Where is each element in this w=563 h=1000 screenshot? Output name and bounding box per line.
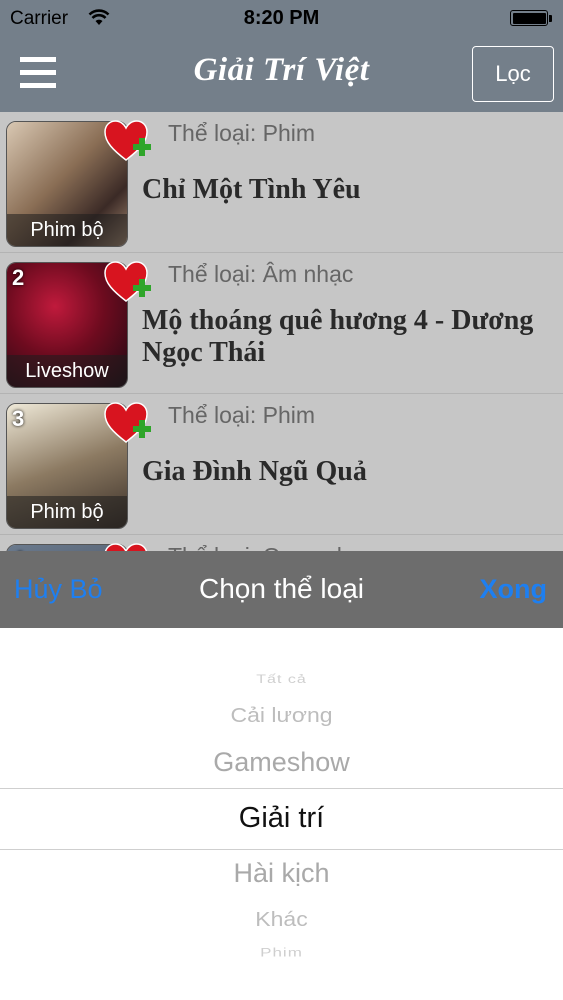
genre-label: Thể loại: Phim <box>168 120 316 146</box>
picker-option[interactable]: Phim <box>0 946 563 960</box>
picker-selection-top-line <box>0 788 563 789</box>
picker-option[interactable]: Cải lương <box>0 704 563 728</box>
item-title: Chỉ Một Tình Yêu <box>142 174 361 205</box>
thumbnail-caption: Phim bộ <box>7 496 127 528</box>
picker-option[interactable]: Gameshow <box>0 747 563 778</box>
add-favorite-icon[interactable] <box>103 400 153 448</box>
list-item[interactable]: Phim bộ Thể loại: Phim Chỉ Một Tình Yêu <box>0 112 563 253</box>
item-title: Mộ thoáng quê hương 4 - Dương Ngọc Thái <box>142 305 534 368</box>
thumbnail-number: 3 <box>12 406 25 431</box>
thumbnail-number: 2 <box>12 265 25 290</box>
add-favorite-icon[interactable] <box>103 259 153 307</box>
genre-picker[interactable]: Tất cả Cải lương Gameshow Giải trí Hài k… <box>0 628 563 1000</box>
battery-icon <box>510 10 548 26</box>
picker-option[interactable]: Hài kịch <box>0 858 563 889</box>
picker-option[interactable]: Khác <box>0 908 563 932</box>
filter-button[interactable]: Lọc <box>472 46 554 102</box>
genre-label: Thể loại: Phim <box>168 402 316 428</box>
picker-selection-bottom-line <box>0 849 563 850</box>
battery-tip <box>549 15 552 22</box>
status-bar: Carrier 8:20 PM <box>0 0 563 36</box>
thumbnail-caption: Phim bộ <box>7 214 127 246</box>
status-time: 8:20 PM <box>243 7 320 29</box>
picker-option[interactable]: Tất cả <box>0 673 563 687</box>
add-favorite-icon[interactable] <box>103 118 153 166</box>
picker-toolbar: Hủy Bỏ Chọn thể loại Xong <box>0 551 563 628</box>
done-button[interactable]: Xong <box>480 574 548 605</box>
genre-label: Thể loại: Âm nhạc <box>168 261 354 287</box>
list-item[interactable]: 3 Phim bộ Thể loại: Phim Gia Đình Ngũ Qu… <box>0 394 563 535</box>
thumbnail-caption: Liveshow <box>7 355 127 387</box>
list-item[interactable]: 2 Liveshow Thể loại: Âm nhạc Mộ thoáng q… <box>0 253 563 394</box>
picker-option-selected[interactable]: Giải trí <box>0 802 563 835</box>
nav-bar: Giải Trí Việt Lọc <box>0 36 563 112</box>
item-title: Gia Đình Ngũ Quả <box>142 456 367 487</box>
